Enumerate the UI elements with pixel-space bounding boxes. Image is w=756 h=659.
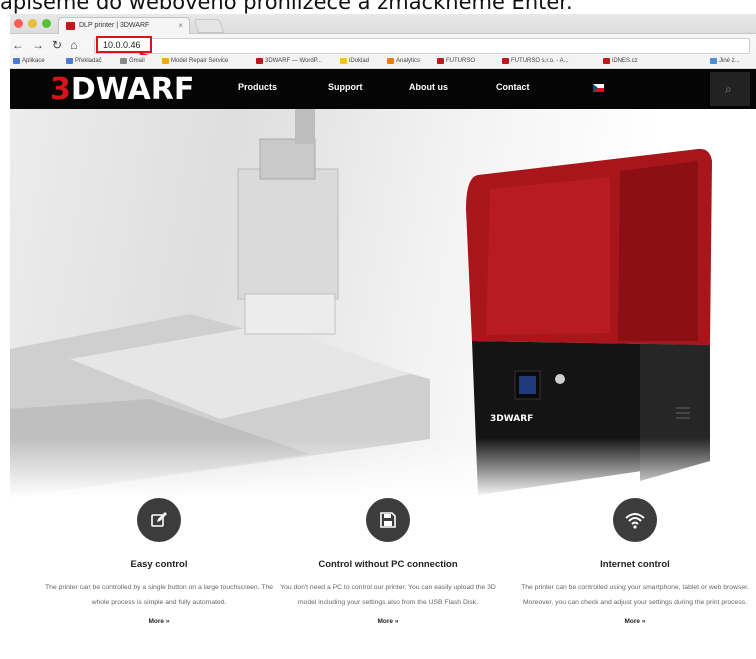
feature-easy-control: Easy control The printer can be controll… bbox=[44, 498, 274, 625]
bookmark-icon bbox=[256, 58, 263, 64]
browser-window: DLP printer | 3DWARF × ← → ↻ ⌂ 10.0.0.46… bbox=[10, 14, 756, 659]
tab-close-icon[interactable]: × bbox=[178, 21, 183, 30]
bookmark-label: 3DWARF — WordP... bbox=[265, 58, 322, 64]
feature-title: Easy control bbox=[130, 559, 188, 570]
bookmark-item[interactable]: Model Repair Service bbox=[162, 58, 228, 64]
bookmark-item[interactable]: Překladač bbox=[66, 58, 102, 64]
printer-3dwarf bbox=[466, 148, 712, 495]
czech-flag-icon[interactable] bbox=[593, 84, 604, 92]
bookmark-item[interactable]: Gmail bbox=[120, 58, 145, 64]
feature-internet-control: Internet control The printer can be cont… bbox=[520, 498, 750, 625]
new-tab-button[interactable] bbox=[193, 19, 225, 33]
close-window-button[interactable] bbox=[14, 19, 23, 28]
feature-more-link[interactable]: More » bbox=[44, 618, 274, 625]
bookmark-label: Překladač bbox=[75, 58, 102, 64]
minimize-window-button[interactable] bbox=[28, 19, 37, 28]
bookmark-label: iDoklad bbox=[349, 58, 370, 64]
bookmark-label: Model Repair Service bbox=[171, 58, 229, 64]
bookmark-icon bbox=[66, 58, 73, 64]
feature-desc: The printer can be controlled by a singl… bbox=[44, 584, 274, 606]
site-header: 3DWARF Products Support About us Contact… bbox=[10, 69, 756, 109]
feature-more-link[interactable]: More » bbox=[520, 618, 750, 625]
hero-banner: 3DWARF bbox=[10, 109, 756, 498]
bookmark-label: Aplikace bbox=[22, 58, 45, 64]
features-section: Easy control The printer can be controll… bbox=[10, 498, 756, 659]
window-controls bbox=[14, 19, 51, 28]
feature-title: Control without PC connection bbox=[318, 559, 458, 570]
edit-icon bbox=[137, 498, 181, 542]
feature-desc: You don't need a PC to control our print… bbox=[280, 584, 496, 606]
favicon-icon bbox=[66, 22, 75, 30]
bookmark-label: FUTURSO bbox=[446, 58, 475, 64]
feature-control-without-pc: Control without PC connection You don't … bbox=[273, 498, 503, 625]
address-bar[interactable] bbox=[94, 38, 750, 54]
tutorial-caption: apíšeme do webového prohlížeče a zmáčkne… bbox=[0, 0, 573, 14]
maximize-window-button[interactable] bbox=[42, 19, 51, 28]
bookmark-item[interactable]: Jiné z... bbox=[710, 58, 740, 64]
bookmarks-bar: Aplikace Překladač Gmail Model Repair Servi… bbox=[10, 55, 756, 69]
printer-label: 3DWARF bbox=[490, 414, 533, 424]
bookmark-icon bbox=[120, 58, 127, 64]
tab-title: DLP printer | 3DWARF bbox=[79, 22, 150, 29]
search-icon: ⌕ bbox=[725, 82, 732, 96]
bookmark-label: FUTURSO s.r.o. - A... bbox=[511, 58, 569, 64]
bookmark-label: Gmail bbox=[129, 58, 145, 64]
z-rod bbox=[295, 109, 315, 144]
wifi-icon bbox=[613, 498, 657, 542]
platform-block bbox=[237, 168, 339, 300]
bookmark-label: Jiné z... bbox=[719, 58, 740, 64]
nav-about-us[interactable]: About us bbox=[409, 82, 448, 92]
hero-image: 3DWARF bbox=[10, 109, 712, 498]
bookmark-item[interactable]: Aplikace bbox=[13, 58, 45, 64]
bookmark-icon bbox=[387, 58, 394, 64]
feature-more-link[interactable]: More » bbox=[273, 618, 503, 625]
site-search-button[interactable]: ⌕ bbox=[710, 72, 750, 106]
bookmark-item[interactable]: iDoklad bbox=[340, 58, 369, 64]
forward-arrow-icon[interactable]: → bbox=[32, 38, 44, 52]
url-highlight[interactable]: 10.0.0.46 bbox=[96, 36, 152, 53]
tab-bar: DLP printer | 3DWARF × bbox=[10, 14, 756, 34]
bookmark-icon bbox=[437, 58, 444, 64]
logo-text: DWARF bbox=[70, 72, 195, 107]
bookmark-label: Analytics bbox=[396, 58, 421, 64]
bookmark-icon bbox=[603, 58, 610, 64]
logo-three: 3 bbox=[50, 72, 71, 107]
feature-title: Internet control bbox=[600, 559, 670, 570]
nav-controls: ← → ↻ ⌂ bbox=[12, 38, 77, 52]
back-arrow-icon[interactable]: ← bbox=[12, 38, 24, 52]
nav-contact[interactable]: Contact bbox=[496, 82, 530, 92]
nav-products[interactable]: Products bbox=[238, 82, 277, 92]
feature-desc: The printer can be controlled using your… bbox=[521, 584, 749, 606]
reload-icon[interactable]: ↻ bbox=[52, 38, 62, 52]
address-row: ← → ↻ ⌂ 10.0.0.46 bbox=[10, 34, 756, 81]
bookmark-item[interactable]: FUTURSO s.r.o. - A... bbox=[502, 58, 569, 64]
bookmark-item[interactable]: Analytics bbox=[387, 58, 420, 64]
bookmark-label: iDNES.cz bbox=[612, 58, 638, 64]
resin-vat bbox=[244, 293, 336, 335]
bookmark-icon bbox=[340, 58, 347, 64]
nav-support[interactable]: Support bbox=[328, 82, 363, 92]
platform-arm bbox=[259, 138, 316, 180]
bookmark-icon bbox=[710, 58, 717, 64]
site-logo[interactable]: 3DWARF bbox=[50, 72, 194, 107]
bookmark-icon bbox=[162, 58, 169, 64]
bookmark-item[interactable]: FUTURSO bbox=[437, 58, 475, 64]
bookmark-icon bbox=[13, 58, 20, 64]
bookmark-item[interactable]: 3DWARF — WordP... bbox=[256, 58, 322, 64]
home-icon[interactable]: ⌂ bbox=[70, 38, 77, 52]
url-text: 10.0.0.46 bbox=[103, 40, 141, 50]
floppy-disk-icon bbox=[366, 498, 410, 542]
bookmark-icon bbox=[502, 58, 509, 64]
browser-tab[interactable]: DLP printer | 3DWARF × bbox=[58, 17, 190, 34]
bookmark-item[interactable]: iDNES.cz bbox=[603, 58, 638, 64]
